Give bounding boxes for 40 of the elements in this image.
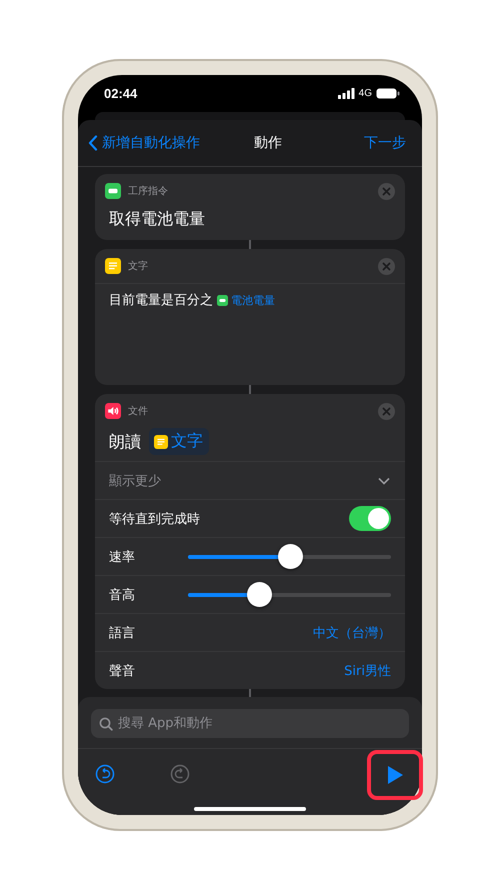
variable-token[interactable]: 電池電量 xyxy=(217,292,275,308)
play-button[interactable] xyxy=(385,764,405,786)
battery-icon xyxy=(217,294,228,306)
signal-icon xyxy=(338,88,355,99)
option-label: 聲音 xyxy=(109,662,135,680)
action-card[interactable]: 文件 朗讀 文字 顯示更少 等待直到完成時 速率 音高 語言 中文（台灣） 聲音 Siri男性 xyxy=(95,394,405,689)
option-value[interactable]: Siri男性 xyxy=(344,662,391,680)
action-title: 朗讀 xyxy=(109,430,141,452)
action-text: 目前電量是百分之 xyxy=(109,292,213,309)
option-label: 等待直到完成時 xyxy=(109,510,200,528)
option-label: 語言 xyxy=(109,624,135,642)
slider-track[interactable] xyxy=(188,544,391,569)
search-field[interactable]: 搜尋 App和動作 xyxy=(91,709,409,738)
option-label: 音高 xyxy=(109,586,135,604)
action-category: 文件 xyxy=(128,404,149,418)
next-button[interactable]: 下一步 xyxy=(364,134,406,152)
action-category: 文字 xyxy=(128,260,149,273)
chevron-left-icon xyxy=(88,135,98,151)
option-label: 速率 xyxy=(109,548,135,566)
action-card[interactable]: 工序指令 取得電池電量 xyxy=(95,174,405,240)
network-label: 4G xyxy=(358,88,372,99)
action-title: 取得電池電量 xyxy=(108,208,206,230)
nav-title: 動作 xyxy=(253,134,283,152)
slider-track[interactable] xyxy=(188,582,391,607)
slider-thumb[interactable] xyxy=(278,544,302,569)
variable-token[interactable]: 文字 xyxy=(149,428,209,455)
battery-icon xyxy=(376,88,400,99)
option-value[interactable]: 中文（台灣） xyxy=(313,624,391,642)
slider-thumb[interactable] xyxy=(247,582,272,607)
undo-button[interactable] xyxy=(95,764,115,786)
text-lines-icon xyxy=(154,434,168,448)
toggle-switch[interactable] xyxy=(349,506,391,531)
action-card[interactable]: 文字 目前電量是百分之 電池電量 xyxy=(95,249,405,385)
undo-icon xyxy=(95,764,115,786)
play-icon xyxy=(385,764,405,786)
action-category: 工序指令 xyxy=(128,184,169,198)
back-button[interactable]: 新增自動化操作 xyxy=(88,134,200,152)
disclosure-label[interactable]: 顯示更少 xyxy=(109,472,367,490)
redo-icon xyxy=(170,764,190,786)
status-time: 02:44 xyxy=(104,86,138,101)
